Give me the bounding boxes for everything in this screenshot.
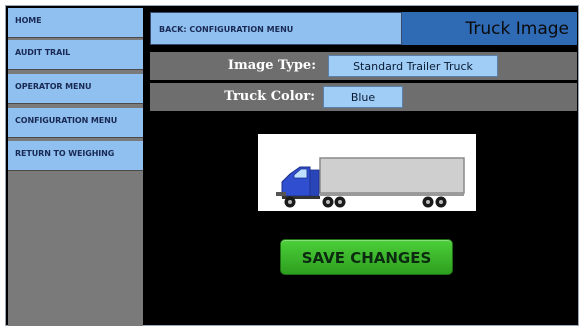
truck-color-value: Blue	[350, 91, 376, 104]
image-type-select[interactable]: Standard Trailer Truck	[328, 55, 498, 77]
truck-color-row: Truck Color: Blue	[150, 83, 577, 111]
sidebar-item-configuration-menu[interactable]: CONFIGURATION MENU	[8, 108, 143, 138]
page-title: Truck Image	[465, 19, 570, 39]
sidebar-item-return-to-weighing[interactable]: RETURN TO WEIGHING	[8, 141, 143, 171]
sidebar-item-label: AUDIT TRAIL	[15, 48, 71, 57]
truck-icon	[276, 157, 465, 208]
save-changes-button[interactable]: SAVE CHANGES	[280, 239, 453, 275]
sidebar-item-label: RETURN TO WEIGHING	[15, 149, 115, 158]
truck-preview	[258, 134, 476, 211]
truck-color-select[interactable]: Blue	[323, 86, 403, 108]
sidebar-item-label: HOME	[15, 16, 42, 25]
image-type-label: Image Type:	[227, 58, 316, 73]
header-bar: BACK: CONFIGURATION MENU Truck Image	[150, 12, 577, 45]
back-button-label: BACK: CONFIGURATION MENU	[159, 25, 294, 34]
sidebar-item-operator-menu[interactable]: OPERATOR MENU	[8, 74, 143, 104]
title-bar: Truck Image	[402, 12, 577, 45]
truck-color-label: Truck Color:	[224, 89, 315, 104]
image-type-row: Image Type: Standard Trailer Truck	[150, 52, 577, 80]
sidebar-item-label: OPERATOR MENU	[15, 82, 92, 91]
sidebar-item-audit-trail[interactable]: AUDIT TRAIL	[8, 40, 143, 70]
sidebar: HOME AUDIT TRAIL OPERATOR MENU CONFIGURA…	[8, 8, 143, 326]
back-button[interactable]: BACK: CONFIGURATION MENU	[150, 12, 402, 45]
image-type-value: Standard Trailer Truck	[353, 60, 473, 73]
sidebar-item-label: CONFIGURATION MENU	[15, 116, 118, 125]
sidebar-item-home[interactable]: HOME	[8, 8, 143, 38]
save-changes-label: SAVE CHANGES	[301, 249, 432, 267]
